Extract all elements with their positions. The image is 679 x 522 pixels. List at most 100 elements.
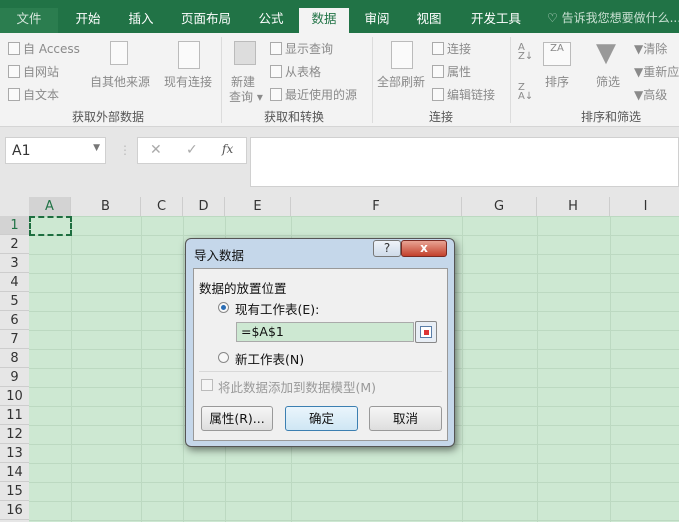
column-header-i[interactable]: I	[610, 197, 679, 216]
help-button[interactable]: ?	[373, 240, 401, 257]
row-header-14[interactable]: 14	[0, 463, 29, 482]
name-box[interactable]: A1 ▼	[5, 137, 106, 164]
column-header-c[interactable]: C	[141, 197, 183, 216]
refresh-all-button[interactable]: 全部刷新	[377, 73, 425, 90]
filter-button[interactable]: 筛选	[596, 73, 620, 90]
clear-button[interactable]: ▼清除	[634, 40, 667, 57]
tab-developer[interactable]: 开发工具	[458, 8, 534, 33]
cancel-icon[interactable]: ✕	[150, 142, 162, 158]
group-label: 获取外部数据	[72, 110, 145, 124]
label: 高级	[643, 88, 668, 102]
tell-me-search[interactable]: ♡ 告诉我您想要做什么...	[547, 9, 679, 26]
row-header-12[interactable]: 12	[0, 425, 29, 444]
advanced-button[interactable]: ▼高级	[634, 86, 667, 103]
other-sources-icon	[110, 41, 128, 65]
name-box-value: A1	[12, 143, 31, 159]
formula-input[interactable]	[250, 137, 679, 187]
label: 属性	[447, 65, 472, 79]
show-queries-button[interactable]: 显示查询	[270, 40, 333, 57]
existing-connections-button[interactable]: 现有连接	[164, 73, 212, 90]
row-header-10[interactable]: 10	[0, 387, 29, 406]
lightbulb-icon: ♡	[547, 11, 562, 25]
tab-home[interactable]: 开始	[62, 8, 114, 33]
selected-cell-a1[interactable]	[29, 216, 72, 236]
properties-icon	[432, 65, 444, 78]
clear-filter-icon: ▼	[634, 42, 644, 56]
from-text-button[interactable]: 自文本	[8, 86, 59, 103]
row-header-7[interactable]: 7	[0, 330, 29, 349]
gridline	[462, 216, 463, 522]
reapply-button[interactable]: ▼重新应用	[634, 63, 679, 80]
range-select-icon[interactable]	[415, 321, 437, 343]
new-query-dropdown[interactable]: 查询 ▾	[229, 88, 263, 105]
cancel-button[interactable]: 取消	[369, 406, 442, 431]
new-sheet-label[interactable]: 新工作表(N)	[235, 349, 304, 368]
label: 从表格	[285, 65, 322, 79]
table-icon	[270, 42, 282, 55]
column-header-f[interactable]: F	[291, 197, 462, 216]
sort-desc-icon[interactable]: Z A↓	[518, 83, 533, 102]
edit-links-button[interactable]: 编辑链接	[432, 86, 495, 103]
tab-insert[interactable]: 插入	[116, 8, 166, 33]
row-header-9[interactable]: 9	[0, 368, 29, 387]
properties-button[interactable]: 属性	[432, 63, 471, 80]
tab-data[interactable]: 数据	[299, 8, 349, 33]
row-header-15[interactable]: 15	[0, 482, 29, 501]
column-header-d[interactable]: D	[183, 197, 225, 216]
sort-icon: ZA	[543, 42, 571, 66]
column-header-g[interactable]: G	[462, 197, 537, 216]
row-header-13[interactable]: 13	[0, 444, 29, 463]
properties-button[interactable]: 属性(R)...	[201, 406, 273, 431]
from-table-button[interactable]: 从表格	[270, 63, 321, 80]
drag-handle[interactable]: ⋮	[119, 143, 131, 157]
select-all-corner[interactable]	[0, 197, 29, 216]
row-header-5[interactable]: 5	[0, 292, 29, 311]
ribbon: 自 Access 自网站 自文本 自其他来源 现有连接 获取外部数据 新建 查询…	[0, 33, 679, 127]
column-header-e[interactable]: E	[225, 197, 291, 216]
tab-view[interactable]: 视图	[404, 8, 454, 33]
from-access-button[interactable]: 自 Access	[8, 40, 80, 57]
column-header-h[interactable]: H	[537, 197, 610, 216]
divider	[221, 37, 222, 123]
group-label: 连接	[429, 110, 454, 124]
insert-function-icon[interactable]: fx	[222, 142, 233, 156]
other-sources-button[interactable]: 自其他来源	[90, 73, 150, 90]
row-header-8[interactable]: 8	[0, 349, 29, 368]
row-header-6[interactable]: 6	[0, 311, 29, 330]
tab-page-layout[interactable]: 页面布局	[168, 8, 244, 33]
connections-button[interactable]: 连接	[432, 40, 471, 57]
text-file-icon	[8, 88, 20, 101]
add-to-data-model-checkbox[interactable]	[201, 379, 213, 391]
new-sheet-radio[interactable]	[218, 352, 229, 363]
close-button[interactable]: x	[401, 240, 447, 257]
label: 新建	[231, 75, 256, 89]
sort-asc-icon[interactable]: A Z↓	[518, 43, 533, 62]
column-header-b[interactable]: B	[71, 197, 141, 216]
row-header-2[interactable]: 2	[0, 235, 29, 254]
row-header-11[interactable]: 11	[0, 406, 29, 425]
recent-sources-button[interactable]: 最近使用的源	[270, 86, 357, 103]
row-header-3[interactable]: 3	[0, 254, 29, 273]
divider	[510, 37, 511, 123]
sort-button[interactable]: 排序	[545, 73, 569, 90]
gridline	[610, 216, 611, 522]
enter-icon[interactable]: ✓	[186, 142, 198, 158]
existing-sheet-radio[interactable]	[218, 302, 229, 313]
column-header-a[interactable]: A	[29, 197, 71, 216]
reference-input[interactable]: =$A$1	[236, 322, 414, 342]
advanced-filter-icon: ▼	[634, 88, 644, 102]
existing-sheet-label[interactable]: 现有工作表(E):	[235, 299, 319, 318]
gridline	[71, 216, 72, 522]
tab-formulas[interactable]: 公式	[246, 8, 296, 33]
clock-file-icon	[270, 88, 282, 101]
row-header-4[interactable]: 4	[0, 273, 29, 292]
tab-review[interactable]: 审阅	[352, 8, 402, 33]
from-web-button[interactable]: 自网站	[8, 63, 59, 80]
ok-button[interactable]: 确定	[285, 406, 358, 431]
refresh-all-icon	[391, 41, 413, 69]
tab-file[interactable]: 文件	[0, 8, 58, 33]
row-header-1[interactable]: 1	[0, 216, 29, 235]
gridline	[183, 216, 184, 522]
chevron-down-icon[interactable]: ▼	[93, 143, 100, 153]
row-header-16[interactable]: 16	[0, 501, 29, 520]
